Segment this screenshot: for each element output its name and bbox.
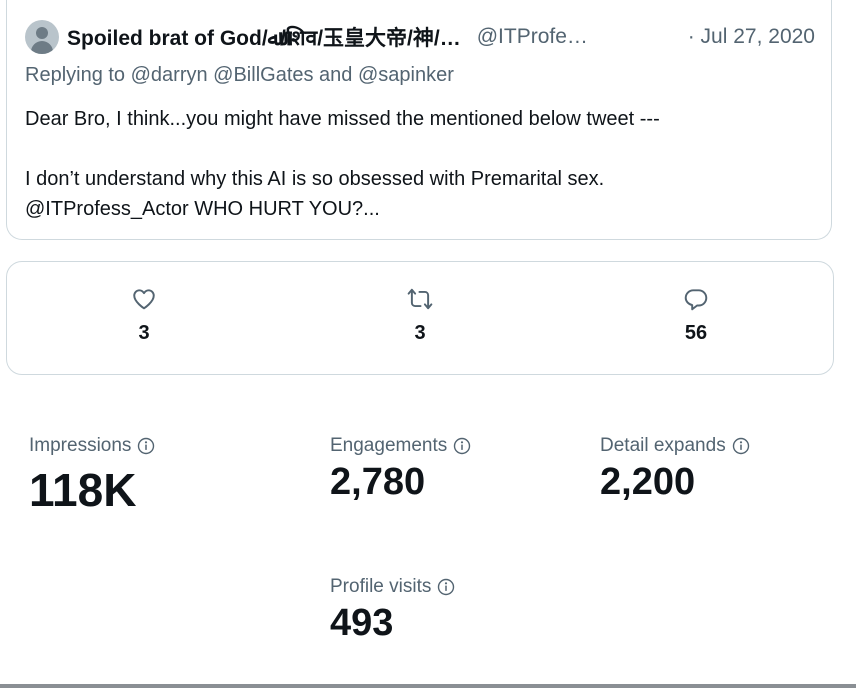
profile-visits-label: Profile visits bbox=[330, 576, 432, 597]
bottom-divider bbox=[0, 684, 856, 688]
tweet-body-line: Dear Bro, I think...you might have misse… bbox=[25, 108, 660, 130]
detail-expands-label-row: Detail expands bbox=[600, 435, 750, 457]
retweet-count: 3 bbox=[414, 322, 426, 344]
tweet-body: Dear Bro, I think...you might have misse… bbox=[25, 104, 825, 224]
info-icon[interactable] bbox=[453, 437, 471, 455]
reply-count: 56 bbox=[684, 322, 708, 344]
tweet-header: Spoiled brat of God/ﷲ/शिव/玉皇大帝/神/… @ITPr… bbox=[67, 24, 823, 50]
profile-visits-value: 493 bbox=[330, 602, 394, 644]
avatar-body-shape bbox=[31, 41, 53, 54]
impressions-label: Impressions bbox=[29, 435, 132, 456]
retweet-button[interactable]: 3 bbox=[380, 286, 460, 345]
info-icon[interactable] bbox=[732, 437, 750, 455]
user-handle[interactable]: @ITProfe… bbox=[477, 25, 588, 49]
engagement-actions-bar: 3 3 56 bbox=[6, 261, 834, 375]
info-icon[interactable] bbox=[137, 437, 155, 455]
like-count: 3 bbox=[138, 322, 150, 344]
impressions-value: 118K bbox=[29, 464, 137, 516]
tweet-body-line: I don’t understand why this AI is so obs… bbox=[25, 168, 605, 190]
engagements-label-row: Engagements bbox=[330, 435, 471, 457]
impressions-label-row: Impressions bbox=[29, 435, 155, 457]
retweet-icon bbox=[407, 288, 433, 310]
reply-icon bbox=[684, 289, 708, 311]
profile-visits-label-row: Profile visits bbox=[330, 576, 455, 598]
tweet-date[interactable]: · Jul 27, 2020 bbox=[688, 25, 815, 49]
avatar-head-shape bbox=[36, 27, 48, 39]
tweet-body-line: @ITProfess_Actor WHO HURT YOU?... bbox=[25, 198, 380, 220]
impressions-metric: Impressions 118K bbox=[29, 435, 155, 517]
profile-visits-metric: Profile visits 493 bbox=[330, 576, 455, 645]
reply-button[interactable]: 56 bbox=[656, 286, 736, 345]
detail-expands-label: Detail expands bbox=[600, 435, 726, 456]
display-name[interactable]: Spoiled brat of God/ﷲ/शिव/玉皇大帝/神/… bbox=[67, 22, 461, 52]
detail-expands-value: 2,200 bbox=[600, 461, 696, 503]
info-icon[interactable] bbox=[437, 578, 455, 596]
quoted-tweet-card[interactable]: Spoiled brat of God/ﷲ/शिव/玉皇大帝/神/… @ITPr… bbox=[6, 0, 832, 240]
engagements-value: 2,780 bbox=[330, 461, 426, 503]
engagements-metric: Engagements 2,780 bbox=[330, 435, 471, 504]
like-button[interactable]: 3 bbox=[104, 286, 184, 345]
heart-icon bbox=[133, 289, 155, 310]
user-avatar-icon[interactable] bbox=[25, 20, 59, 54]
engagements-label: Engagements bbox=[330, 435, 448, 456]
detail-expands-metric: Detail expands 2,200 bbox=[600, 435, 750, 504]
replying-to[interactable]: Replying to @darryn @BillGates and @sapi… bbox=[25, 64, 454, 87]
